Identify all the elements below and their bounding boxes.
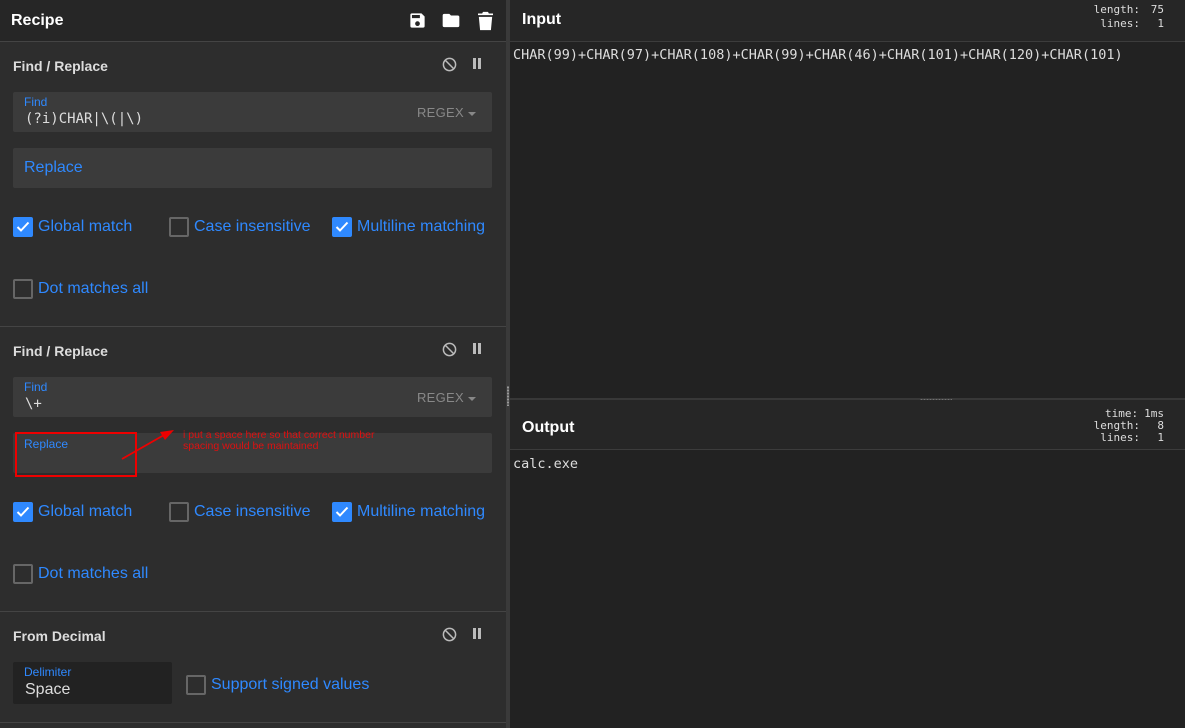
- annotation-arrow: [121, 430, 174, 460]
- replace-field[interactable]: Replace: [13, 148, 492, 188]
- find-mode-dropdown[interactable]: REGEX: [417, 105, 476, 120]
- input-header: Input length: 75 lines: 1: [510, 0, 1185, 42]
- operation-find-replace-2: Find / Replace Find \+ REGEX Replace i p…: [0, 327, 506, 612]
- delimiter-label: Delimiter: [24, 665, 72, 679]
- checkbox-box[interactable]: [13, 502, 33, 522]
- checkbox-box[interactable]: [186, 675, 206, 695]
- output-stats: time: 1ms length: 8 lines: 1: [1094, 408, 1164, 444]
- checkbox-label: Dot matches all: [38, 280, 149, 297]
- find-mode-dropdown[interactable]: REGEX: [417, 390, 476, 405]
- checkbox-box[interactable]: [169, 502, 189, 522]
- operation-title: From Decimal: [13, 628, 106, 644]
- checkbox-label: Global match: [38, 503, 133, 520]
- global-match-checkbox[interactable]: Global match: [13, 217, 132, 237]
- dot-matches-all-checkbox[interactable]: Dot matches all: [13, 279, 148, 299]
- disable-icon[interactable]: [441, 56, 457, 72]
- find-input[interactable]: (?i)CHAR|\(|\): [25, 111, 143, 127]
- checkbox-box[interactable]: [13, 279, 33, 299]
- find-label: Find: [24, 380, 48, 394]
- delimiter-value[interactable]: Space: [25, 681, 70, 699]
- replace-input[interactable]: Replace: [24, 159, 83, 177]
- operation-from-decimal: From Decimal Delimiter Space Support sig…: [0, 612, 506, 723]
- operation-title: Find / Replace: [13, 343, 108, 359]
- checkbox-box[interactable]: [332, 217, 352, 237]
- recipe-header: Recipe: [0, 0, 506, 42]
- checkbox-label: Global match: [38, 218, 133, 235]
- trash-icon[interactable]: [475, 11, 495, 31]
- checkbox-label: Support signed values: [211, 676, 370, 693]
- output-textarea[interactable]: calc.exe: [513, 456, 578, 472]
- pause-icon[interactable]: [469, 56, 485, 72]
- disable-icon[interactable]: [441, 341, 457, 357]
- delimiter-dropdown[interactable]: Delimiter Space: [13, 662, 172, 704]
- output-title: Output: [522, 419, 575, 436]
- stat-label: lines:: [1100, 17, 1140, 30]
- input-title: Input: [522, 11, 562, 28]
- input-pane: Input length: 75 lines: 1 CHAR(99)+CHAR(97…: [510, 0, 1185, 400]
- checkbox-box[interactable]: [13, 564, 33, 584]
- checkbox-box[interactable]: [13, 217, 33, 237]
- operation-title: Find / Replace: [13, 58, 108, 74]
- output-pane: Output time: 1ms length: 8 lines: 1 calc.ex…: [510, 400, 1185, 728]
- find-field[interactable]: Find (?i)CHAR|\(|\) REGEX: [13, 92, 492, 132]
- global-match-checkbox[interactable]: Global match: [13, 502, 132, 522]
- pause-icon[interactable]: [469, 341, 485, 357]
- input-stats: length: 75 lines: 1: [1094, 4, 1164, 30]
- find-label: Find: [24, 95, 48, 109]
- dot-matches-all-checkbox[interactable]: Dot matches all: [13, 564, 148, 584]
- support-signed-values-checkbox[interactable]: Support signed values: [186, 675, 369, 695]
- input-lines: 1: [1157, 17, 1164, 30]
- input-textarea[interactable]: CHAR(99)+CHAR(97)+CHAR(108)+CHAR(99)+CHA…: [513, 47, 1123, 63]
- checkbox-box[interactable]: [332, 502, 352, 522]
- checkbox-label: Case insensitive: [194, 218, 311, 235]
- multiline-matching-checkbox[interactable]: Multiline matching: [332, 502, 485, 522]
- stat-label: lines:: [1100, 431, 1140, 444]
- checkbox-label: Multiline matching: [357, 218, 486, 235]
- folder-open-icon[interactable]: [441, 11, 461, 31]
- disable-icon[interactable]: [441, 626, 457, 642]
- checkbox-label: Dot matches all: [38, 565, 149, 582]
- input-length: 75: [1150, 3, 1164, 16]
- find-input[interactable]: \+: [25, 396, 42, 412]
- operation-find-replace-1: Find / Replace Find (?i)CHAR|\(|\) REGEX…: [0, 42, 506, 327]
- checkbox-box[interactable]: [169, 217, 189, 237]
- checkbox-label: Case insensitive: [194, 503, 311, 520]
- pause-icon[interactable]: [469, 626, 485, 642]
- case-insensitive-checkbox[interactable]: Case insensitive: [169, 217, 311, 237]
- case-insensitive-checkbox[interactable]: Case insensitive: [169, 502, 311, 522]
- checkbox-label: Multiline matching: [357, 503, 486, 520]
- output-lines: 1: [1157, 431, 1164, 444]
- recipe-title: Recipe: [11, 11, 64, 29]
- output-header: Output time: 1ms length: 8 lines: 1: [510, 400, 1185, 450]
- stat-label: length:: [1093, 3, 1140, 16]
- annotation-line: spacing would be maintained: [183, 440, 319, 452]
- find-field[interactable]: Find \+ REGEX: [13, 377, 492, 417]
- multiline-matching-checkbox[interactable]: Multiline matching: [332, 217, 485, 237]
- save-icon[interactable]: [407, 11, 427, 31]
- recipe-panel: Recipe Find / Replace Find (?i)CHAR|\(|\…: [0, 0, 506, 728]
- annotation-note: i put a space here so that correct numbe…: [183, 430, 374, 452]
